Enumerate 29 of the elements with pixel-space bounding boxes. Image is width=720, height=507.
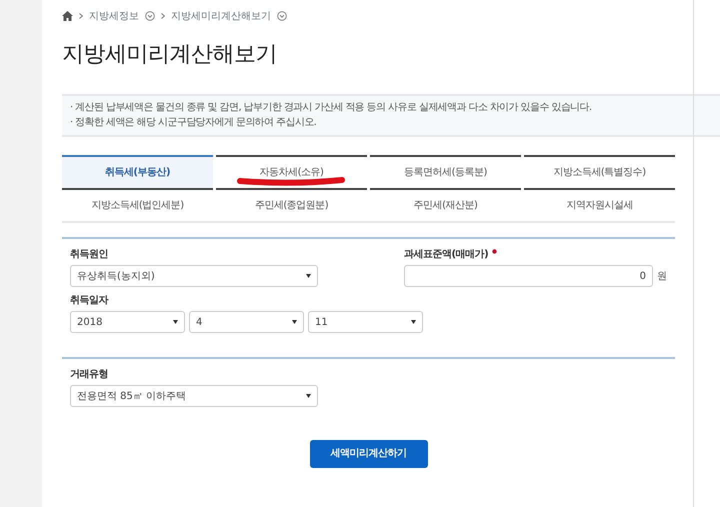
dropdown-icon[interactable]	[277, 11, 287, 21]
select-field[interactable]: 4	[189, 311, 304, 334]
caret-icon	[173, 320, 178, 324]
unit-label: 원	[657, 270, 667, 284]
field-label: 취득원인	[70, 249, 108, 262]
select-field[interactable]: 2018	[70, 311, 185, 334]
dropdown-icon[interactable]	[145, 11, 155, 21]
select-field[interactable]: 11	[308, 311, 423, 334]
field-label: 취득일자	[70, 295, 108, 308]
chevron-icon	[161, 13, 165, 19]
notice-text: · 정확한 세액은 해당 시군구담당자에게 문의하여 주십시오.	[70, 116, 318, 130]
submit-button[interactable]: 세액미리계산하기	[310, 440, 428, 468]
breadcrumb-link[interactable]: 지방세정보	[89, 8, 139, 24]
breadcrumb-link[interactable]: 지방세미리계산해보기	[171, 8, 271, 24]
field-label: 과세표준액(매매가)	[404, 249, 488, 262]
amount-field[interactable]: 0	[404, 265, 653, 288]
caret-icon	[306, 394, 311, 398]
page-title: 지방세미리계산해보기	[62, 42, 278, 68]
caret-icon	[411, 320, 416, 324]
home-icon[interactable]	[62, 11, 73, 21]
select-field[interactable]: 유상취득(농지외)	[70, 265, 318, 288]
caret-icon	[306, 274, 311, 278]
select-field[interactable]: 전용면적 85㎡ 이하주택	[70, 385, 318, 408]
field-label: 거래유형	[70, 369, 108, 382]
notice-text: · 계산된 납부세액은 물건의 종류 및 감면, 납부기한 경과시 가산세 적용 등의 사유로 실제세액과 다소 차이가 있을수 있습니다.	[70, 101, 593, 116]
tab[interactable]: 자동차세(소유)	[216, 155, 367, 188]
caret-icon	[292, 320, 297, 324]
chevron-icon	[79, 13, 83, 19]
tab[interactable]: 취득세(부동산)	[62, 155, 213, 188]
